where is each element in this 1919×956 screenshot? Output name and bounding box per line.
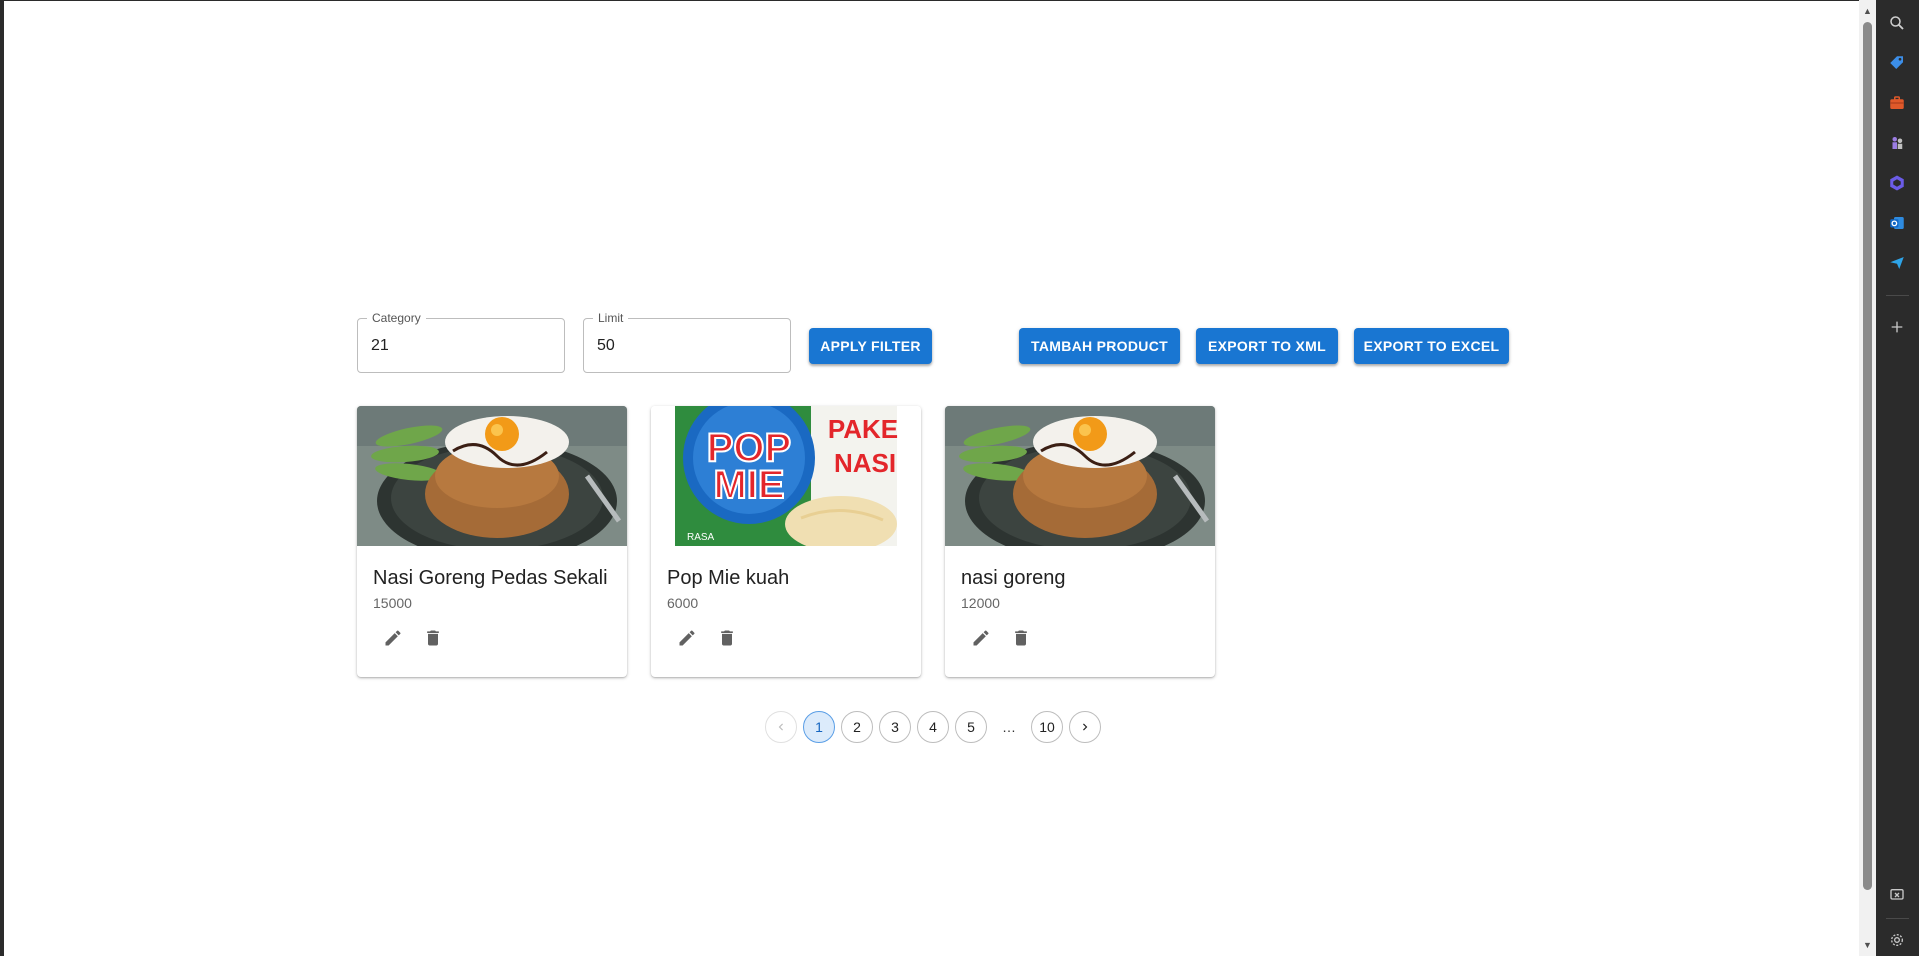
- scroll-thumb[interactable]: [1863, 22, 1872, 890]
- tag-icon[interactable]: [1882, 48, 1912, 78]
- vertical-scrollbar[interactable]: ▲ ▼: [1859, 0, 1876, 956]
- edit-icon: [973, 630, 989, 646]
- product-card: Nasi Goreng Pedas Sekali 15000: [357, 406, 627, 677]
- scroll-down-arrow[interactable]: ▼: [1859, 937, 1876, 953]
- scroll-up-arrow[interactable]: ▲: [1859, 3, 1876, 19]
- copilot-icon[interactable]: [1882, 168, 1912, 198]
- search-icon[interactable]: [1882, 8, 1912, 38]
- delete-button[interactable]: [415, 620, 451, 656]
- page-button-1[interactable]: 1: [803, 711, 835, 743]
- add-icon[interactable]: [1882, 312, 1912, 342]
- page-button-3[interactable]: 3: [879, 711, 911, 743]
- apply-filter-button[interactable]: APPLY FILTER: [809, 328, 932, 364]
- delete-icon: [1015, 630, 1027, 646]
- side-bottom-text: NASI: [834, 448, 896, 478]
- category-label: Category: [367, 311, 426, 325]
- edit-button[interactable]: [375, 620, 411, 656]
- fried-rice-image: [357, 406, 627, 546]
- delete-icon: [721, 630, 733, 646]
- prev-page-button[interactable]: [765, 711, 797, 743]
- limit-field[interactable]: Limit 50: [583, 311, 791, 373]
- product-card: nasi goreng 12000: [945, 406, 1215, 677]
- product-price: 15000: [373, 595, 412, 611]
- edit-button[interactable]: [669, 620, 705, 656]
- page-button-10[interactable]: 10: [1031, 711, 1063, 743]
- brand-bottom-text: MIE: [713, 463, 784, 507]
- page-button-5[interactable]: 5: [955, 711, 987, 743]
- next-page-button[interactable]: [1069, 711, 1101, 743]
- pop-mie-image: POP MIE PAKE NASI RASA: [651, 406, 921, 546]
- limit-input[interactable]: 50: [597, 337, 615, 355]
- chevron-left-icon: [778, 723, 783, 731]
- product-title: Pop Mie kuah: [667, 567, 790, 589]
- product-price: 6000: [667, 595, 699, 611]
- chess-icon[interactable]: [1882, 128, 1912, 158]
- delete-icon: [427, 630, 439, 646]
- fried-rice-image: [945, 406, 1215, 546]
- export-excel-button[interactable]: EXPORT TO EXCEL: [1354, 328, 1509, 364]
- page-button-4[interactable]: 4: [917, 711, 949, 743]
- sidebar-divider: [1886, 295, 1909, 296]
- side-small-text: RASA: [687, 532, 715, 543]
- briefcase-icon[interactable]: [1882, 88, 1912, 118]
- product-price: 12000: [961, 595, 1000, 611]
- screenshot-icon[interactable]: [1882, 880, 1912, 910]
- category-input[interactable]: 21: [371, 337, 389, 355]
- product-title: nasi goreng: [961, 567, 1066, 589]
- edit-icon: [679, 630, 695, 646]
- chevron-right-icon: [1083, 723, 1088, 731]
- sidebar-divider: [1886, 918, 1909, 919]
- send-icon[interactable]: [1882, 248, 1912, 278]
- page-frame: [0, 0, 1859, 956]
- side-top-text: PAKE: [828, 414, 898, 444]
- settings-icon[interactable]: [1882, 925, 1912, 955]
- edit-button[interactable]: [963, 620, 999, 656]
- edge-sidebar: [1876, 0, 1919, 956]
- product-title: Nasi Goreng Pedas Sekali: [373, 567, 608, 589]
- delete-button[interactable]: [1003, 620, 1039, 656]
- edit-icon: [385, 630, 401, 646]
- export-xml-button[interactable]: EXPORT TO XML: [1196, 328, 1338, 364]
- outlook-icon[interactable]: [1882, 208, 1912, 238]
- page-button-2[interactable]: 2: [841, 711, 873, 743]
- limit-label: Limit: [593, 311, 629, 325]
- add-product-button[interactable]: TAMBAH PRODUCT: [1019, 328, 1180, 364]
- category-field[interactable]: Category 21: [357, 311, 565, 373]
- pagination-ellipsis: …: [1002, 719, 1016, 735]
- product-card: POP MIE PAKE NASI RASA Pop Mie kuah 6000: [651, 406, 921, 677]
- delete-button[interactable]: [709, 620, 745, 656]
